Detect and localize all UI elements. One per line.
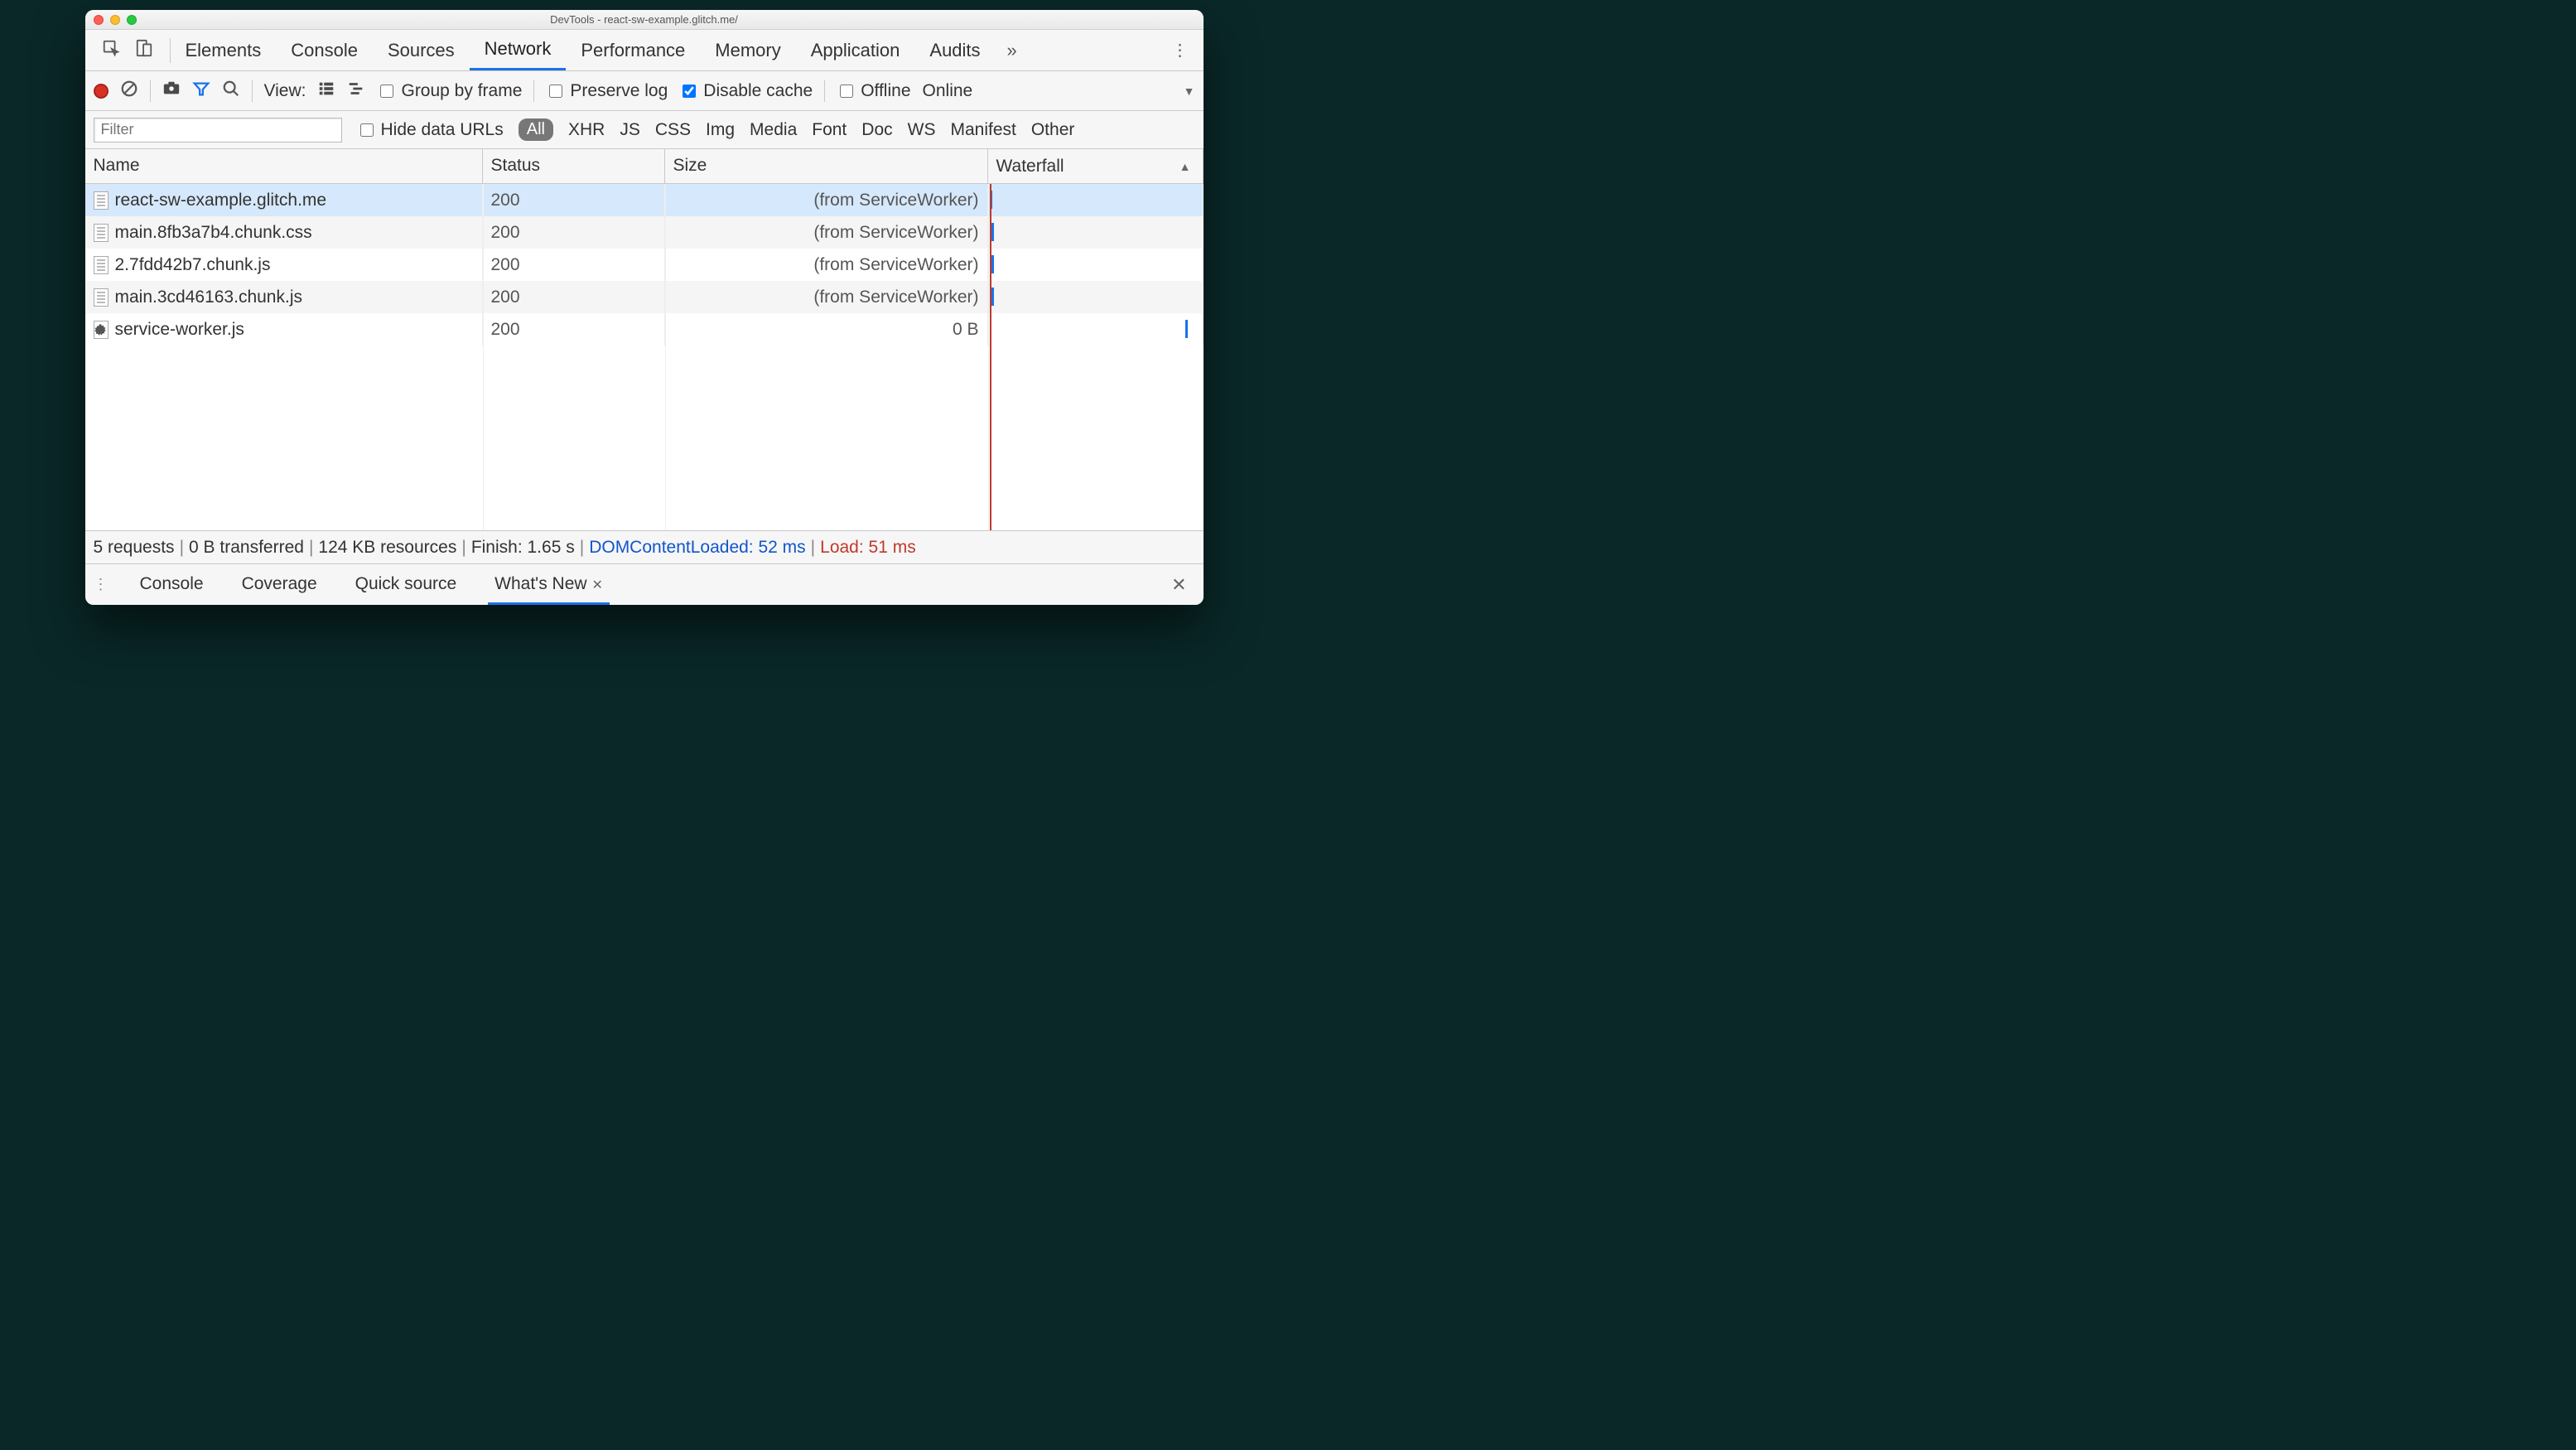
hide-data-urls-checkbox[interactable]: Hide data URLs bbox=[357, 120, 504, 140]
table-row[interactable]: 2.7fdd42b7.chunk.js 200(from ServiceWorke… bbox=[85, 249, 1204, 281]
group-by-frame-checkbox[interactable]: Group by frame bbox=[377, 81, 522, 101]
request-waterfall bbox=[988, 313, 1204, 346]
clear-icon[interactable] bbox=[120, 80, 138, 103]
filter-type-css[interactable]: CSS bbox=[655, 120, 691, 140]
table-row[interactable]: react-sw-example.glitch.me 200(from Servi… bbox=[85, 184, 1204, 216]
drawer-tab-console[interactable]: Console bbox=[133, 564, 210, 605]
filter-type-other[interactable]: Other bbox=[1031, 120, 1075, 140]
network-grid: Name Status Size Waterfall▲ react-sw-exa… bbox=[85, 149, 1204, 530]
column-name[interactable]: Name bbox=[85, 149, 483, 183]
more-tabs-icon[interactable]: » bbox=[996, 40, 1029, 61]
inspect-element-icon[interactable] bbox=[102, 39, 120, 61]
filter-type-xhr[interactable]: XHR bbox=[568, 120, 605, 140]
request-name: service-worker.js bbox=[115, 320, 244, 340]
toolbar-dropdown-icon[interactable]: ▼ bbox=[1184, 85, 1195, 98]
filter-type-img[interactable]: Img bbox=[706, 120, 735, 140]
table-row[interactable]: main.8fb3a7b4.chunk.css 200(from ServiceW… bbox=[85, 216, 1204, 249]
tab-memory[interactable]: Memory bbox=[700, 30, 795, 70]
disable-cache-checkbox[interactable]: Disable cache bbox=[679, 81, 813, 101]
request-size: (from ServiceWorker) bbox=[665, 249, 988, 281]
tab-audits[interactable]: Audits bbox=[914, 30, 995, 70]
drawer-menu-icon[interactable]: ⋮ bbox=[94, 576, 109, 593]
summary-requests: 5 requests bbox=[94, 538, 175, 558]
filter-type-js[interactable]: JS bbox=[620, 120, 640, 140]
record-button[interactable] bbox=[94, 84, 109, 99]
request-size: (from ServiceWorker) bbox=[665, 281, 988, 313]
table-row[interactable]: service-worker.js 2000 B bbox=[85, 313, 1204, 346]
waterfall-view-icon[interactable] bbox=[347, 80, 365, 103]
summary-resources: 124 KB resources bbox=[318, 538, 456, 558]
request-name: react-sw-example.glitch.me bbox=[115, 191, 327, 210]
filter-type-media[interactable]: Media bbox=[750, 120, 797, 140]
summary-load: Load: 51 ms bbox=[820, 538, 916, 558]
filter-type-font[interactable]: Font bbox=[812, 120, 847, 140]
drawer-close-icon[interactable]: ✕ bbox=[1171, 574, 1194, 596]
request-status: 200 bbox=[483, 249, 665, 281]
grid-header: Name Status Size Waterfall▲ bbox=[85, 149, 1204, 184]
tab-network[interactable]: Network bbox=[470, 30, 567, 70]
request-status: 200 bbox=[483, 216, 665, 249]
capture-screenshot-icon[interactable] bbox=[162, 80, 181, 103]
file-icon bbox=[94, 256, 109, 274]
request-status: 200 bbox=[483, 281, 665, 313]
request-waterfall bbox=[988, 281, 1204, 313]
tab-performance[interactable]: Performance bbox=[566, 30, 700, 70]
drawer-tab-what-s-new[interactable]: What's New✕ bbox=[488, 564, 610, 605]
column-status[interactable]: Status bbox=[483, 149, 665, 183]
file-icon bbox=[94, 288, 109, 307]
close-tab-icon[interactable]: ✕ bbox=[592, 578, 603, 592]
network-filter-bar: Hide data URLs All XHR JS CSS Img Media Font Do… bbox=[85, 111, 1204, 149]
titlebar: DevTools - react-sw-example.glitch.me/ bbox=[85, 10, 1204, 30]
file-icon bbox=[94, 224, 109, 242]
filter-toggle-icon[interactable] bbox=[192, 80, 210, 103]
tab-sources[interactable]: Sources bbox=[373, 30, 470, 70]
drawer-tab-quick-source[interactable]: Quick source bbox=[349, 564, 464, 605]
filter-input[interactable] bbox=[94, 118, 342, 143]
drawer-tab-coverage[interactable]: Coverage bbox=[235, 564, 324, 605]
file-icon bbox=[94, 191, 109, 210]
summary-domcontentloaded: DOMContentLoaded: 52 ms bbox=[589, 538, 805, 558]
network-summary-bar: 5 requests| 0 B transferred| 124 KB reso… bbox=[85, 530, 1204, 563]
table-row[interactable]: main.3cd46163.chunk.js 200(from ServiceWo… bbox=[85, 281, 1204, 313]
main-panel-tabs: ElementsConsoleSourcesNetworkPerformance… bbox=[85, 30, 1204, 71]
sort-indicator-icon: ▲ bbox=[1179, 160, 1191, 173]
devtools-window: DevTools - react-sw-example.glitch.me/ E… bbox=[85, 10, 1204, 605]
request-name: 2.7fdd42b7.chunk.js bbox=[115, 255, 271, 275]
request-waterfall bbox=[988, 249, 1204, 281]
gear-icon bbox=[94, 322, 108, 337]
window-title: DevTools - react-sw-example.glitch.me/ bbox=[85, 13, 1204, 26]
view-label: View: bbox=[264, 81, 306, 101]
tab-elements[interactable]: Elements bbox=[171, 30, 277, 70]
drawer: ⋮ Console Coverage Quick source What's New✕… bbox=[85, 563, 1204, 605]
filter-type-manifest[interactable]: Manifest bbox=[950, 120, 1015, 140]
request-status: 200 bbox=[483, 313, 665, 346]
request-size: (from ServiceWorker) bbox=[665, 184, 988, 216]
search-icon[interactable] bbox=[222, 80, 240, 103]
request-name: main.3cd46163.chunk.js bbox=[115, 288, 302, 307]
column-waterfall[interactable]: Waterfall▲ bbox=[988, 149, 1204, 183]
summary-transferred: 0 B transferred bbox=[189, 538, 304, 558]
large-rows-icon[interactable] bbox=[317, 80, 335, 103]
request-size: 0 B bbox=[665, 313, 988, 346]
device-toolbar-icon[interactable] bbox=[135, 39, 153, 61]
request-status: 200 bbox=[483, 184, 665, 216]
throttling-select[interactable]: Online bbox=[923, 81, 973, 101]
request-size: (from ServiceWorker) bbox=[665, 216, 988, 249]
request-waterfall bbox=[988, 216, 1204, 249]
filter-type-ws[interactable]: WS bbox=[908, 120, 936, 140]
filter-type-doc[interactable]: Doc bbox=[861, 120, 892, 140]
column-size[interactable]: Size bbox=[665, 149, 988, 183]
offline-checkbox[interactable]: Offline bbox=[837, 81, 910, 101]
preserve-log-checkbox[interactable]: Preserve log bbox=[546, 81, 668, 101]
tab-application[interactable]: Application bbox=[796, 30, 915, 70]
request-name: main.8fb3a7b4.chunk.css bbox=[115, 223, 312, 243]
tab-console[interactable]: Console bbox=[276, 30, 373, 70]
summary-finish: Finish: 1.65 s bbox=[471, 538, 575, 558]
request-waterfall bbox=[988, 184, 1204, 216]
settings-menu-icon[interactable]: ⋮ bbox=[1159, 40, 1204, 60]
file-icon bbox=[94, 321, 109, 339]
filter-type-all[interactable]: All bbox=[519, 118, 553, 141]
network-toolbar: View: Group by frame Preserve log Disabl… bbox=[85, 71, 1204, 111]
